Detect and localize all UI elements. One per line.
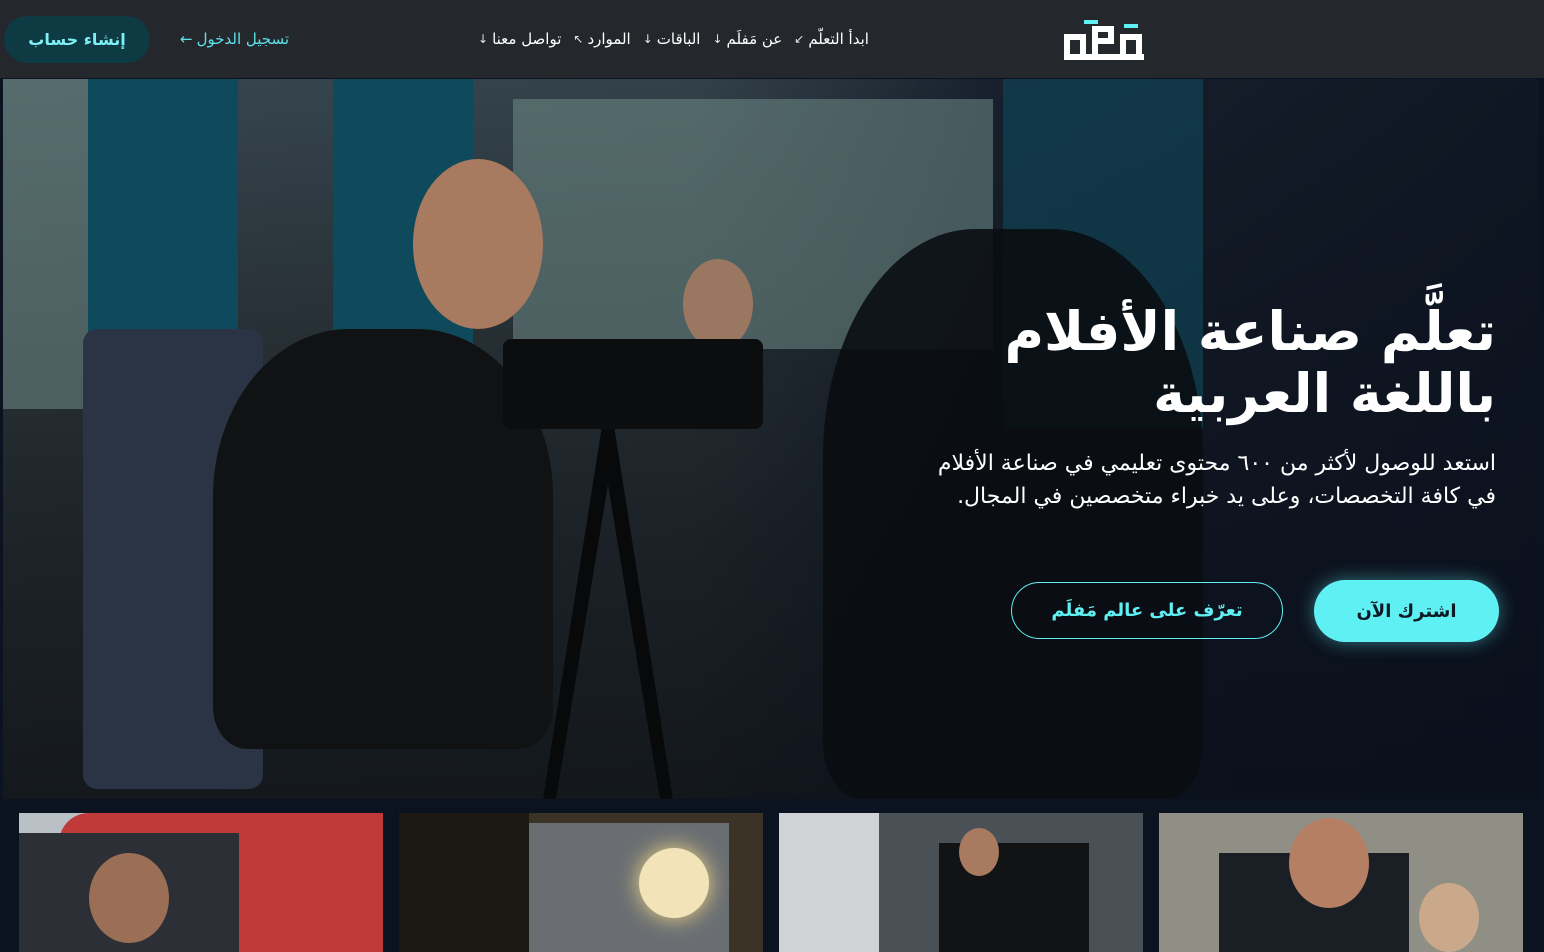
film-light [639,848,709,918]
camera-operator-figure [213,329,553,749]
cinema-camera [503,339,763,429]
arrow-down-left-icon: ↙ [794,32,805,46]
main-nav: ابدأ التعلّم ↙ عن مَفلَم ↓ الباقات ↓ الم… [478,26,869,52]
signup-button[interactable]: إنشاء حساب [4,16,150,63]
nav-item-resources[interactable]: الموارد ↖ [573,30,630,48]
camera-operator-head [413,159,543,329]
site-logo[interactable] [1062,18,1146,64]
arrow-up-left-icon: ↖ [573,32,584,46]
learn-more-button[interactable]: تعرّف على عالم مَفلَم [1011,582,1283,639]
woman-head [683,259,753,349]
nav-item-label: الباقات [656,30,701,48]
course-card[interactable] [779,813,1143,952]
nav-item-plans[interactable]: الباقات ↓ [643,30,701,48]
course-card[interactable] [399,813,763,952]
arrow-down-icon: ↓ [642,32,653,46]
person-head [1289,818,1369,908]
hero-text-block: تعلَّم صناعة الأفلام باللغة العربية استع… [876,301,1496,513]
nav-item-label: الموارد [587,30,631,48]
course-card[interactable] [1159,813,1523,952]
second-person-head [1419,883,1479,952]
course-card[interactable] [19,813,383,952]
tripod [543,429,673,799]
arrow-down-icon: ↓ [478,32,489,46]
nav-item-about[interactable]: عن مَفلَم ↓ [712,30,782,48]
screen-door-shape [399,813,529,952]
login-label: تسجيل الدخول [196,30,290,48]
nav-item-label: تواصل معنا [492,30,562,48]
nav-item-label: ابدأ التعلّم [808,30,869,48]
nav-item-contact[interactable]: تواصل معنا ↓ [478,30,561,48]
subscribe-button[interactable]: اشترك الآن [1314,580,1499,642]
top-navbar: إنشاء حساب تسجيل الدخول ← ابدأ التعلّم ↙… [0,0,1544,78]
arrow-down-icon: ↓ [712,32,723,46]
background-window [3,79,93,409]
nav-item-start-learning[interactable]: ابدأ التعلّم ↙ [794,30,869,48]
hero-title: تعلَّم صناعة الأفلام باللغة العربية [876,301,1496,425]
login-link[interactable]: تسجيل الدخول ← [180,27,289,51]
hero-description: استعد للوصول لأكثر من ٦٠٠ محتوى تعليمي ف… [937,451,1496,509]
hero-title-line-1: تعلَّم صناعة الأفلام [1004,300,1496,363]
person-head [959,828,999,876]
hero-section: تعلَّم صناعة الأفلام باللغة العربية استع… [3,79,1539,799]
arrow-left-icon: ← [180,30,193,48]
nav-item-label: عن مَفلَم [726,30,783,48]
person-head [89,853,169,943]
logo-icon [1064,20,1144,60]
hero-title-line-2: باللغة العربية [1153,362,1496,425]
